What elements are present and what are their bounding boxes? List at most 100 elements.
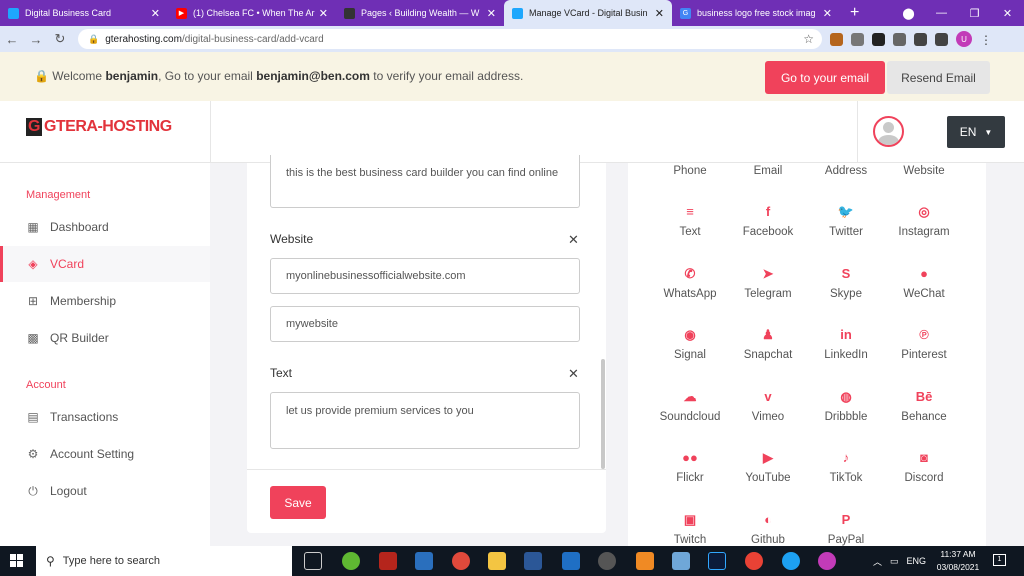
sidebar-item-dashboard[interactable]: ▦ Dashboard [0, 209, 210, 245]
browser-tab[interactable]: Pages ‹ Building Wealth — W ✕ [336, 0, 504, 26]
app-icon[interactable] [452, 552, 470, 570]
word-icon[interactable] [524, 552, 542, 570]
network-icon[interactable]: ▭ [890, 556, 899, 567]
photoshop-icon[interactable] [708, 552, 726, 570]
website-name-input[interactable]: mywebsite [270, 306, 580, 342]
media-icon[interactable] [598, 552, 616, 570]
remove-text-icon[interactable]: ✕ [568, 366, 579, 382]
reading-list-icon[interactable] [935, 32, 948, 46]
extension-icon[interactable] [872, 32, 885, 46]
sidebar-item-account-setting[interactable]: ⚙ Account Setting [0, 436, 210, 472]
add-field-item[interactable]: f Facebook [728, 204, 808, 238]
browser-tab-active[interactable]: Manage VCard - Digital Busin ✕ [504, 0, 672, 26]
mail-icon[interactable] [562, 552, 580, 570]
tray-language[interactable]: ENG [907, 556, 927, 566]
taskbar-search[interactable]: ⚲ Type here to search [36, 546, 292, 576]
snapchat-icon: ♟ [762, 327, 774, 342]
chrome-profile-icon[interactable] [818, 552, 836, 570]
add-field-item[interactable]: ▣ Twitch [650, 512, 730, 546]
add-field-item[interactable]: ◐ Github [728, 512, 808, 546]
edge-icon[interactable] [782, 552, 800, 570]
chevron-up-icon[interactable]: ︿ [873, 555, 882, 568]
add-field-item[interactable]: Website [884, 165, 964, 177]
puzzle-icon[interactable] [914, 32, 927, 46]
add-field-item[interactable]: ♪ TikTok [806, 450, 886, 484]
add-field-item[interactable]: in LinkedIn [806, 327, 886, 361]
add-field-item[interactable]: 🐦 Twitter [806, 204, 886, 238]
user-avatar[interactable] [873, 116, 904, 147]
browser-tab[interactable]: Digital Business Card ✕ [0, 0, 168, 26]
add-field-item[interactable]: Address [806, 165, 886, 177]
add-field-item[interactable]: ◍ Dribbble [806, 389, 886, 423]
vlc-icon[interactable] [636, 552, 654, 570]
close-icon[interactable]: ✕ [487, 7, 496, 20]
add-field-item[interactable]: P PayPal [806, 512, 886, 546]
reload-icon[interactable]: ↻ [48, 31, 72, 47]
star-icon[interactable]: ☆ [803, 32, 814, 46]
add-field-item[interactable]: ●● Flickr [650, 450, 730, 484]
minimize-button[interactable]: — [925, 7, 958, 19]
notification-icon[interactable]: 1 [993, 554, 1006, 566]
chrome-icon[interactable] [745, 552, 763, 570]
add-field-item[interactable]: S Skype [806, 266, 886, 300]
go-to-email-button[interactable]: Go to your email [765, 61, 885, 94]
sidebar-item-membership[interactable]: ⊞ Membership [0, 283, 210, 319]
add-field-item[interactable]: ✆ WhatsApp [650, 266, 730, 300]
extension-icon[interactable] [851, 32, 864, 46]
text-textarea[interactable]: let us provide premium services to you [270, 392, 580, 449]
close-icon[interactable]: ✕ [823, 7, 832, 20]
taskbar-clock[interactable]: 11:37 AM 03/08/2021 [930, 548, 986, 574]
language-select[interactable]: EN ▼ [947, 116, 1005, 148]
add-field-item[interactable]: ♟ Snapchat [728, 327, 808, 361]
tab-title: Manage VCard - Digital Busin [529, 8, 648, 18]
add-field-item[interactable]: ≡ Text [650, 204, 730, 238]
logo[interactable]: G GTERA-HOSTING [26, 118, 172, 136]
add-field-item[interactable]: ◙ Discord [884, 450, 964, 484]
browser-tab[interactable]: ▶ (1) Chelsea FC • When The Ar ✕ [168, 0, 336, 26]
layers-icon: ◈ [28, 257, 38, 271]
sidebar-item-logout[interactable]: ⏻ Logout [0, 473, 210, 509]
forward-icon[interactable]: → [24, 32, 48, 47]
add-field-item[interactable]: ➤ Telegram [728, 266, 808, 300]
add-field-item[interactable]: Email [728, 165, 808, 177]
add-field-item[interactable]: Phone [650, 165, 730, 177]
new-tab-button[interactable]: + [850, 4, 859, 22]
restore-button[interactable]: ❐ [958, 7, 991, 20]
app-icon[interactable] [672, 552, 690, 570]
add-field-item[interactable]: ◉ Signal [650, 327, 730, 361]
website-url-input[interactable]: myonlinebusinessofficialwebsite.com [270, 258, 580, 294]
remove-website-icon[interactable]: ✕ [568, 232, 579, 248]
close-icon[interactable]: ✕ [319, 7, 328, 20]
sidebar-item-qr-builder[interactable]: ▩ QR Builder [0, 320, 210, 356]
resend-email-button[interactable]: Resend Email [887, 61, 990, 94]
close-icon[interactable]: ✕ [655, 7, 664, 20]
add-field-item[interactable]: ◎ Instagram [884, 204, 964, 238]
add-field-item[interactable]: ● WeChat [884, 266, 964, 300]
store-icon[interactable] [415, 552, 433, 570]
browser-tab[interactable]: Gbusiness logo free stock imag ✕ [672, 0, 840, 26]
save-button[interactable]: Save [270, 486, 326, 519]
extension-icon[interactable] [830, 32, 843, 46]
url-field[interactable]: 🔒 gterahosting.com/digital-business-card… [78, 29, 822, 49]
profile-avatar[interactable]: U [956, 31, 972, 47]
add-field-item[interactable]: v Vimeo [728, 389, 808, 423]
folder-icon[interactable] [488, 552, 506, 570]
add-field-item[interactable]: ℗ Pinterest [884, 327, 964, 361]
extension-icon[interactable] [893, 32, 906, 46]
add-field-item[interactable]: Bē Behance [884, 389, 964, 423]
back-icon[interactable]: ← [0, 32, 24, 47]
app-icon[interactable] [342, 552, 360, 570]
close-window-button[interactable]: ✕ [991, 7, 1024, 20]
windows-start-icon[interactable] [10, 554, 23, 567]
tab-search-icon[interactable]: ⬤ [892, 7, 925, 20]
task-view-icon[interactable] [304, 552, 322, 570]
sidebar-item-transactions[interactable]: ▤ Transactions [0, 399, 210, 435]
add-field-item[interactable]: ☁ Soundcloud [650, 389, 730, 423]
about-textarea[interactable]: this is the best business card builder y… [270, 155, 580, 208]
menu-icon[interactable]: ⋮ [980, 33, 992, 47]
filezilla-icon[interactable] [379, 552, 397, 570]
add-field-item[interactable]: ▶ YouTube [728, 450, 808, 484]
sidebar-item-vcard[interactable]: ◈ VCard [0, 246, 210, 282]
close-icon[interactable]: ✕ [151, 7, 160, 20]
form-scrollbar[interactable] [601, 359, 605, 469]
